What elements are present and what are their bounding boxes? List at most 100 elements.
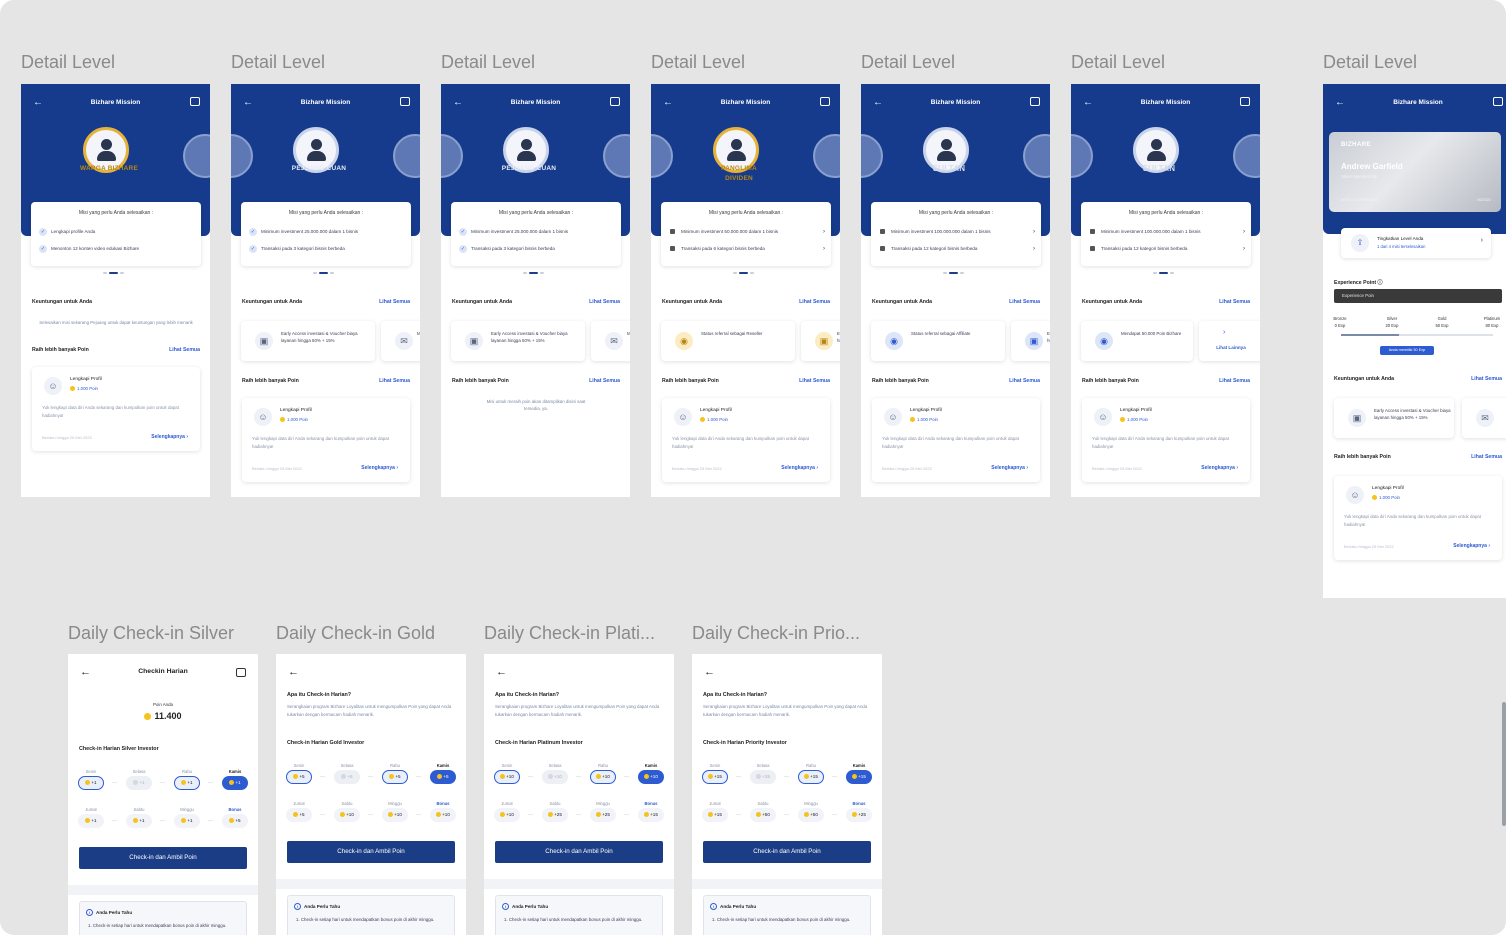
day-separator: — bbox=[528, 774, 533, 780]
mission-item[interactable]: Transaksi pada 12 kategori bisnis berbed… bbox=[879, 244, 1035, 254]
user-icon: ☺ bbox=[254, 408, 272, 426]
profile-mission-card[interactable]: ☺ Lengkapi Profil 1.000 Poin Yuk lengkap… bbox=[1334, 476, 1502, 560]
profile-mission-card[interactable]: ☺ Lengkapi Profil 1.000 Poin Yuk lengkapi d… bbox=[32, 367, 200, 451]
benefit-card[interactable]: ✉ Mer eksl bbox=[381, 321, 420, 361]
chat-icon[interactable] bbox=[1030, 97, 1040, 106]
check-icon: ✓ bbox=[249, 245, 257, 253]
benefit-card[interactable]: ▣ Early Access investasi & Voucher biaya… bbox=[1334, 398, 1454, 438]
chat-icon[interactable] bbox=[1240, 97, 1250, 106]
see-all-link[interactable]: Lihat Semua bbox=[379, 376, 410, 386]
coin-icon bbox=[341, 774, 347, 780]
lock-icon bbox=[670, 246, 675, 251]
lock-icon bbox=[1090, 246, 1095, 251]
checkin-day: Senin +10 bbox=[494, 762, 520, 784]
benefit-card[interactable]: ◉ Status referral sebagai Affiliate bbox=[871, 321, 1005, 361]
profile-mission-card[interactable]: ☺ Lengkapi Profil 1.000 Poin Yuk lengkapi d… bbox=[872, 398, 1040, 482]
see-all-link[interactable]: Lihat Semua bbox=[1219, 376, 1250, 386]
benefit-card[interactable]: ✉ Mer eksl bbox=[591, 321, 630, 361]
checkin-day[interactable]: Kamis +15 bbox=[846, 762, 872, 784]
benefit-card[interactable]: ▣ Earl Vou hing bbox=[801, 321, 840, 361]
day-points-text: +50 bbox=[810, 812, 818, 817]
benefit-card[interactable]: ◉ Status referral sebagai Reseller bbox=[661, 321, 795, 361]
mission-text: Minimum investment 100.000.000 dalam 1 b… bbox=[1101, 229, 1201, 234]
mission-item[interactable]: Minimum investment 100.000.000 dalam 1 b… bbox=[879, 227, 1035, 237]
back-arrow-icon[interactable]: ← bbox=[704, 666, 715, 678]
day-points: +5 bbox=[286, 808, 312, 822]
tier-exp: 80 Exp bbox=[1485, 323, 1499, 328]
benefit-card[interactable]: ✉ bbox=[1462, 398, 1506, 438]
upgrade-level-card[interactable]: ⇧ Tingkatkan Level Anda 1 dari 4 misi te… bbox=[1341, 228, 1491, 258]
tier-name: Gold bbox=[1437, 316, 1447, 321]
chat-icon[interactable] bbox=[400, 97, 410, 106]
carousel-dots bbox=[733, 272, 759, 275]
coin-icon bbox=[229, 780, 235, 786]
frame-title: Detail Level bbox=[1071, 52, 1166, 72]
chat-icon[interactable] bbox=[190, 97, 200, 106]
see-all-link[interactable]: Lihat Semua bbox=[799, 297, 830, 307]
chat-icon[interactable] bbox=[820, 97, 830, 106]
checkin-day[interactable]: Kamis +1 bbox=[222, 768, 248, 790]
checkin-button[interactable]: Check-in dan Ambil Poin bbox=[287, 841, 455, 863]
mission-item[interactable]: Transaksi pada 12 kategori bisnis berbed… bbox=[1089, 244, 1245, 254]
mission-item[interactable]: Minimum investment 50.000.000 dalam 1 bi… bbox=[669, 227, 825, 237]
profile-mission-card[interactable]: ☺ Lengkapi Profil 1.000 Poin Yuk lengkapi d… bbox=[662, 398, 830, 482]
checkin-button[interactable]: Check-in dan Ambil Poin bbox=[495, 841, 663, 863]
see-details-link[interactable]: Selengkapnya › bbox=[361, 465, 398, 471]
see-all-link[interactable]: Lihat Semua bbox=[1219, 297, 1250, 307]
checkin-day[interactable]: Kamis +10 bbox=[638, 762, 664, 784]
see-all-link[interactable]: Lihat Semua bbox=[1471, 452, 1502, 462]
benefit-card[interactable]: ▣ Early Access investasi & Voucher biaya … bbox=[451, 321, 585, 361]
checkin-button[interactable]: Check-in dan Ambil Poin bbox=[703, 841, 871, 863]
checkin-day: Jumat +10 bbox=[494, 800, 520, 822]
see-details-text: Selengkapnya bbox=[781, 465, 815, 471]
see-all-link[interactable]: Lihat Semua bbox=[589, 297, 620, 307]
checkin-button[interactable]: Check-in dan Ambil Poin bbox=[79, 847, 247, 869]
see-more-card[interactable]: › Lihat Lainnya bbox=[1199, 321, 1260, 361]
see-details-link[interactable]: Selengkapnya › bbox=[1453, 543, 1490, 549]
day-label: Bonus bbox=[228, 807, 242, 812]
day-separator: — bbox=[784, 812, 789, 818]
profile-mission-card[interactable]: ☺ Lengkapi Profil 1.000 Poin Yuk lengkapi d… bbox=[1082, 398, 1250, 482]
benefit-card[interactable]: ◉ Mendapat 50.000 Poin Bizhare bbox=[1081, 321, 1193, 361]
see-all-link[interactable]: Lihat Semua bbox=[1471, 374, 1502, 384]
day-points: +10 bbox=[494, 808, 520, 822]
section-divider bbox=[692, 879, 882, 889]
mission-item: ✓ Minimum investment 25.000.000 dalam 1 b… bbox=[249, 227, 405, 237]
info-icon[interactable]: ⓘ bbox=[1378, 280, 1383, 286]
see-all-link[interactable]: Lihat Semua bbox=[589, 376, 620, 386]
day-label: Jumat bbox=[293, 801, 305, 806]
mission-item[interactable]: Transaksi pada 6 kategori bisnis berbeda… bbox=[669, 244, 825, 254]
back-arrow-icon[interactable]: ← bbox=[496, 666, 507, 678]
see-all-link[interactable]: Lihat Semua bbox=[1009, 297, 1040, 307]
canvas-scrollbar[interactable] bbox=[1502, 702, 1506, 826]
see-details-link[interactable]: Selengkapnya › bbox=[991, 465, 1028, 471]
day-points: +10 bbox=[334, 808, 360, 822]
tier-name: Silver bbox=[1386, 316, 1398, 321]
points-heading: Raih lebih banyak Poin Lihat Semua bbox=[32, 345, 200, 355]
day-label: Senin bbox=[709, 763, 721, 768]
chat-icon[interactable] bbox=[1493, 97, 1503, 106]
see-details-link[interactable]: Selengkapnya › bbox=[1201, 465, 1238, 471]
day-points: +25 bbox=[542, 808, 568, 822]
coin-icon bbox=[436, 812, 442, 818]
tier-progress-fill bbox=[1341, 334, 1399, 336]
see-all-link[interactable]: Lihat Semua bbox=[1009, 376, 1040, 386]
profile-mission-card[interactable]: ☺ Lengkapi Profil 1.000 Poin Yuk lengkapi d… bbox=[242, 398, 410, 482]
back-arrow-icon[interactable]: ← bbox=[288, 666, 299, 678]
see-all-link[interactable]: Lihat Semua bbox=[379, 297, 410, 307]
benefit-card[interactable]: ▣ Early Access investasi & Voucher biaya … bbox=[241, 321, 375, 361]
carousel-dots bbox=[943, 272, 969, 275]
see-all-link[interactable]: Lihat Semua bbox=[799, 376, 830, 386]
day-points-text: +5 bbox=[395, 774, 401, 779]
tier-progress-track bbox=[1341, 334, 1493, 336]
see-details-link[interactable]: Selengkapnya › bbox=[151, 434, 188, 440]
mission-item[interactable]: Minimum investment 100.000.000 dalam 1 b… bbox=[1089, 227, 1245, 237]
benefits-heading: Keuntungan untuk Anda Lihat Semua bbox=[242, 297, 410, 307]
chat-icon[interactable] bbox=[610, 97, 620, 106]
checkin-day[interactable]: Kamis +5 bbox=[430, 762, 456, 784]
see-all-link[interactable]: Lihat Semua bbox=[169, 345, 200, 355]
benefit-card[interactable]: ▣ Earl Vou hing bbox=[1011, 321, 1050, 361]
chat-icon[interactable] bbox=[236, 668, 246, 677]
day-points: +5 bbox=[286, 770, 312, 784]
see-details-link[interactable]: Selengkapnya › bbox=[781, 465, 818, 471]
